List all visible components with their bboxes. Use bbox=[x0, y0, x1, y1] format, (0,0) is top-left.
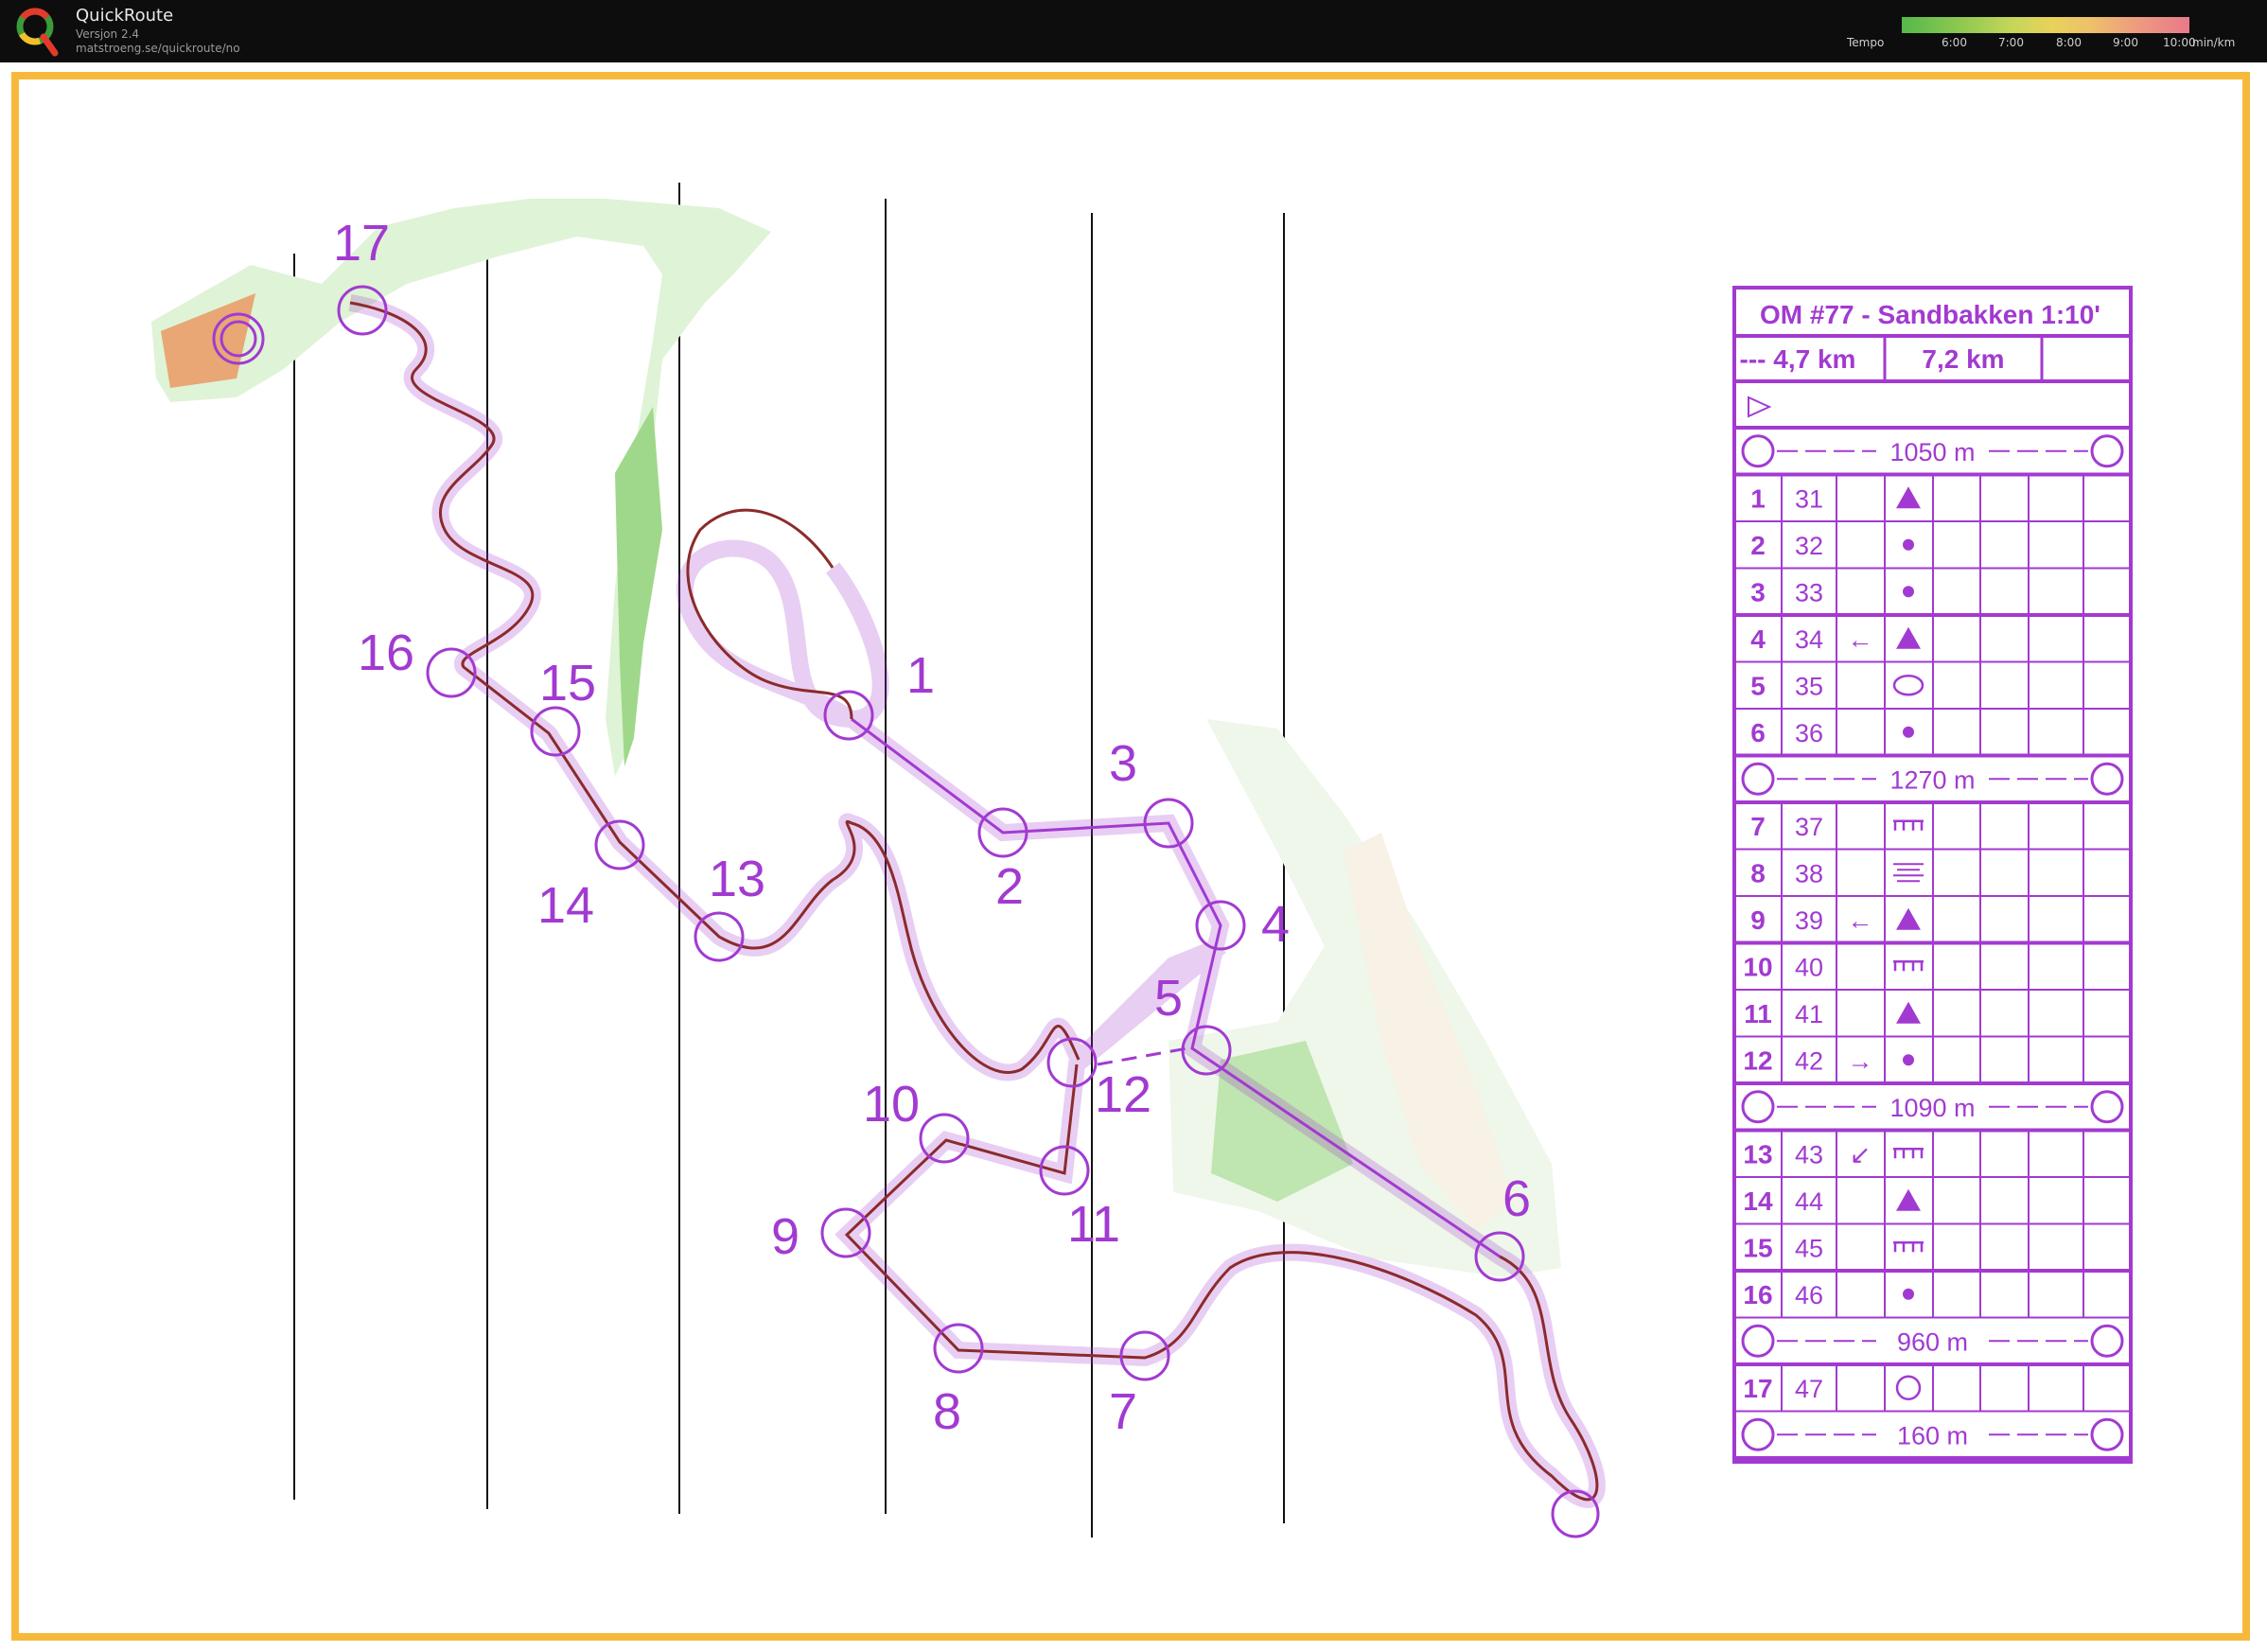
control-label: 17 bbox=[333, 215, 390, 272]
control-code: 33 bbox=[1795, 578, 1823, 606]
control-label: 1 bbox=[906, 647, 935, 704]
control-label: 10 bbox=[863, 1076, 920, 1133]
control-symbol-dot bbox=[1903, 586, 1914, 598]
control-code: 42 bbox=[1795, 1046, 1823, 1075]
control-code: 32 bbox=[1795, 532, 1823, 560]
control-direction: ↙ bbox=[1850, 1140, 1872, 1169]
control-number: 9 bbox=[1750, 905, 1766, 935]
distance-right: 7,2 km bbox=[1922, 344, 2004, 374]
control-number: 15 bbox=[1743, 1233, 1772, 1262]
control-code: 39 bbox=[1795, 906, 1823, 935]
sheet-title: OM #77 - Sandbakken 1:10' bbox=[1760, 300, 2100, 329]
control-symbol-dot bbox=[1903, 1054, 1914, 1066]
orienteering-map[interactable]: 1 2 3 4 5 6 7 8 9 10 11 12 13 14 15 16 1… bbox=[0, 0, 2267, 1652]
control-direction: ← bbox=[1848, 625, 1873, 654]
control-label: 5 bbox=[1154, 970, 1183, 1027]
control-code: 45 bbox=[1795, 1234, 1823, 1262]
leg-distance: 160 m bbox=[1897, 1421, 1968, 1450]
control-code: 41 bbox=[1795, 1000, 1823, 1028]
control-label: 3 bbox=[1109, 735, 1137, 792]
control-label: 11 bbox=[1067, 1196, 1120, 1253]
control-number: 3 bbox=[1750, 577, 1766, 606]
control-direction: ← bbox=[1848, 906, 1873, 935]
control-number: 5 bbox=[1750, 671, 1766, 700]
control-direction: → bbox=[1848, 1046, 1873, 1075]
control-label: 6 bbox=[1503, 1170, 1531, 1227]
control-code: 44 bbox=[1795, 1187, 1823, 1216]
control-number: 13 bbox=[1743, 1139, 1772, 1169]
control-symbol-dot bbox=[1903, 1288, 1914, 1300]
control-label: 15 bbox=[539, 655, 596, 712]
control-number: 1 bbox=[1750, 483, 1766, 513]
control-label: 14 bbox=[537, 877, 594, 934]
control-number: 17 bbox=[1743, 1374, 1772, 1403]
control-label: 4 bbox=[1261, 896, 1290, 953]
control-number: 12 bbox=[1743, 1046, 1772, 1075]
control-label: 8 bbox=[933, 1383, 961, 1440]
control-code: 40 bbox=[1795, 953, 1823, 981]
control-number: 4 bbox=[1750, 624, 1766, 654]
control-number: 8 bbox=[1750, 858, 1766, 888]
control-number: 2 bbox=[1750, 531, 1766, 560]
control-label: 2 bbox=[995, 858, 1024, 915]
control-label: 16 bbox=[358, 624, 414, 681]
control-symbol-dot bbox=[1903, 726, 1914, 738]
control-number: 14 bbox=[1743, 1186, 1773, 1216]
control-code: 37 bbox=[1795, 813, 1823, 841]
control-label: 12 bbox=[1095, 1066, 1151, 1123]
distance-left: --- 4,7 km bbox=[1740, 344, 1856, 374]
leg-distance: 1270 m bbox=[1889, 765, 1975, 794]
control-label: 13 bbox=[709, 851, 765, 907]
control-number: 16 bbox=[1743, 1280, 1772, 1309]
control-code: 47 bbox=[1795, 1375, 1823, 1403]
control-code: 35 bbox=[1795, 672, 1823, 700]
leg-distance: 1050 m bbox=[1889, 438, 1975, 466]
control-number: 7 bbox=[1750, 812, 1766, 841]
control-symbol-dot bbox=[1903, 538, 1914, 551]
leg-distance: 1090 m bbox=[1889, 1094, 1975, 1122]
control-label: 9 bbox=[771, 1208, 800, 1265]
control-code: 38 bbox=[1795, 859, 1823, 888]
control-number: 11 bbox=[1744, 999, 1772, 1028]
control-label: 7 bbox=[1109, 1383, 1137, 1440]
description-sheet: OM #77 - Sandbakken 1:10' --- 4,7 km 7,2… bbox=[1732, 286, 2133, 1464]
control-number: 10 bbox=[1743, 952, 1772, 981]
control-number: 6 bbox=[1750, 718, 1766, 747]
control-code: 36 bbox=[1795, 719, 1823, 747]
control-code: 34 bbox=[1795, 625, 1823, 654]
control-code: 43 bbox=[1795, 1140, 1823, 1169]
leg-distance: 960 m bbox=[1897, 1327, 1968, 1356]
control-code: 31 bbox=[1795, 484, 1823, 513]
control-code: 46 bbox=[1795, 1281, 1823, 1309]
